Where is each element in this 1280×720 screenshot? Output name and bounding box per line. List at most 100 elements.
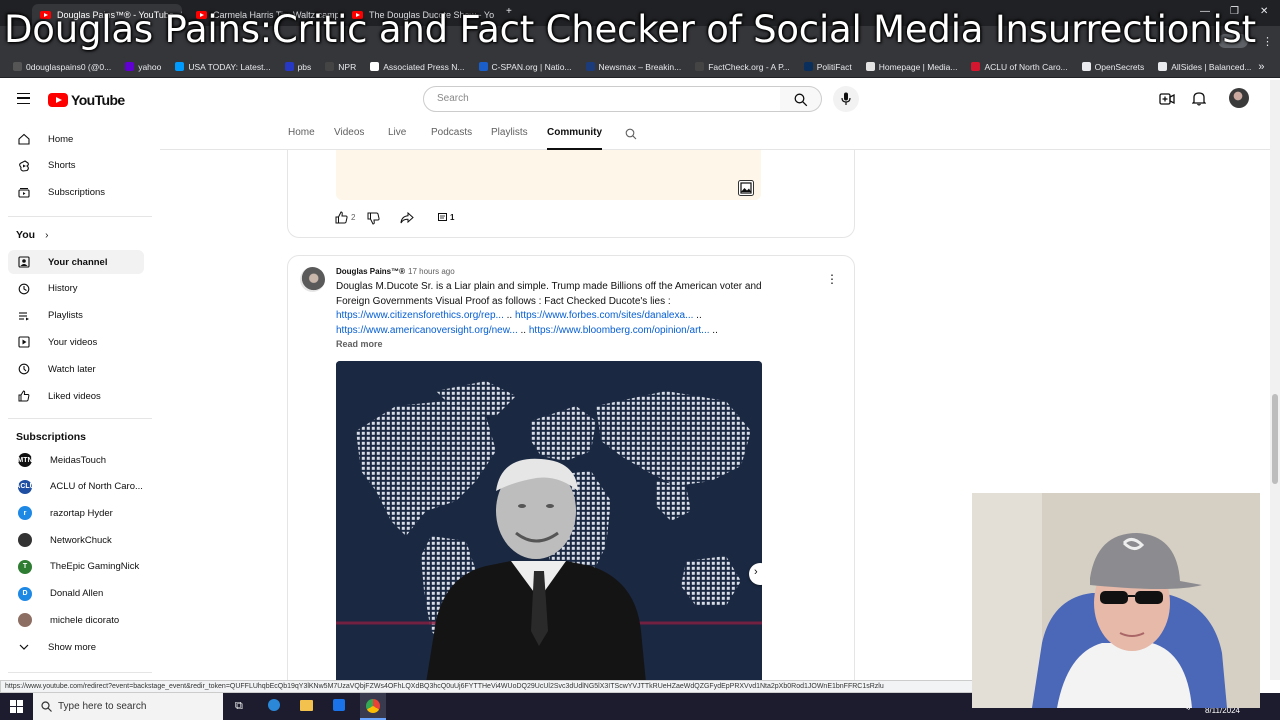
sidebar-divider <box>8 216 152 217</box>
bookmark-item[interactable]: yahoo <box>118 62 168 72</box>
sidebar-item-home[interactable]: Home <box>8 127 144 151</box>
author-avatar[interactable] <box>300 267 325 292</box>
bookmark-label: AllSides | Balanced... <box>1171 61 1252 72</box>
like-icon[interactable] <box>335 211 348 224</box>
share-icon[interactable] <box>400 212 414 224</box>
store-app-icon[interactable] <box>333 699 345 711</box>
file-explorer-icon[interactable] <box>300 700 313 711</box>
sidebar-subscriptions-heading: Subscriptions <box>16 431 87 443</box>
subscription-item[interactable]: r razortap Hyder <box>8 501 144 525</box>
create-video-icon[interactable] <box>1159 92 1175 106</box>
link-americanoversight[interactable]: https://www.americanoversight.org/new... <box>336 325 518 336</box>
subscription-label: MeidasTouch <box>50 454 106 466</box>
task-view-icon[interactable]: ⧉ <box>235 700 243 713</box>
sidebar-item-label: Watch later <box>48 363 96 375</box>
search-icon <box>794 93 808 107</box>
sidebar-item-liked-videos[interactable]: Liked videos <box>8 384 144 408</box>
post-time[interactable]: 17 hours ago <box>408 267 455 276</box>
tab-podcasts[interactable]: Podcasts <box>431 127 472 138</box>
sidebar-item-shorts[interactable]: Shorts <box>8 154 144 178</box>
sidebar-item-subscriptions[interactable]: Subscriptions <box>8 180 144 204</box>
comment-icon[interactable] <box>438 213 447 222</box>
bookmark-item[interactable]: USA TODAY: Latest... <box>168 62 277 72</box>
dislike-icon[interactable] <box>367 212 380 225</box>
bookmark-label: OpenSecrets <box>1094 61 1145 72</box>
bookmark-item[interactable]: 0douglaspains0 (@0... <box>6 62 118 72</box>
bookmark-item[interactable]: PolitiFact <box>797 62 859 72</box>
bookmark-item[interactable]: NPR <box>318 62 363 72</box>
youtube-logo[interactable]: YouTube <box>48 92 125 108</box>
subscription-label: TheEpic GamingNick <box>50 561 140 573</box>
page-scrollbar[interactable] <box>1270 80 1280 680</box>
like-count: 2 <box>351 213 356 222</box>
bookmark-favicon-icon <box>971 62 981 71</box>
community-post-card: Douglas Pains™® 17 hours ago ⋮ Douglas M… <box>287 255 855 695</box>
search-button[interactable] <box>780 86 822 112</box>
bookmark-favicon-icon <box>325 62 335 71</box>
bookmark-label: ACLU of North Caro... <box>984 61 1068 72</box>
tab-live[interactable]: Live <box>388 127 406 138</box>
link-forbes[interactable]: https://www.forbes.com/sites/danalexa... <box>515 310 693 321</box>
edge-app-icon[interactable] <box>268 699 280 711</box>
subscription-item[interactable]: MTN MeidasTouch <box>8 448 144 472</box>
subscription-item[interactable]: ACLU ACLU of North Caro... <box>8 475 144 499</box>
youtube-header: YouTube Search <box>0 78 1280 120</box>
bookmark-favicon-icon <box>478 62 488 71</box>
subscription-label: ACLU of North Caro... <box>50 481 143 493</box>
channel-avatar: T <box>18 559 32 574</box>
link-citizensforethics[interactable]: https://www.citizensforethics.org/rep... <box>336 310 504 321</box>
close-window-icon[interactable]: ✕ <box>1260 6 1268 17</box>
post-text: Douglas M.Ducote Sr. is a Liar plain and… <box>336 280 806 352</box>
search-input[interactable]: Search <box>423 86 781 112</box>
sidebar-item-history[interactable]: History <box>8 277 144 301</box>
sidebar: Home Shorts Subscriptions You › Your channel H… <box>0 120 160 680</box>
bookmark-item[interactable]: Homepage | Media... <box>859 62 965 72</box>
account-avatar[interactable] <box>1229 88 1249 108</box>
notifications-bell-icon[interactable] <box>1192 91 1206 106</box>
post-menu-icon[interactable]: ⋮ <box>826 272 838 286</box>
tab-videos[interactable]: Videos <box>334 127 364 138</box>
sidebar-item-playlists[interactable]: Playlists <box>8 304 144 328</box>
bookmark-item[interactable]: C-SPAN.org | Natio... <box>472 62 579 72</box>
scrollbar-thumb[interactable] <box>1272 394 1278 484</box>
link-bloomberg[interactable]: https://www.bloomberg.com/opinion/art... <box>529 325 710 336</box>
bookmark-item[interactable]: AllSides | Balanced... <box>1151 62 1258 72</box>
read-more-link[interactable]: Read more <box>336 337 806 352</box>
tab-playlists[interactable]: Playlists <box>491 127 528 138</box>
subscription-item[interactable]: D Donald Allen <box>8 582 144 606</box>
bookmark-item[interactable]: pbs <box>278 62 319 72</box>
menu-dots-icon[interactable]: ⋮ <box>1262 35 1273 48</box>
comment-count: 1 <box>450 213 455 222</box>
tab-community[interactable]: Community <box>547 127 602 138</box>
subscription-item[interactable]: michele dicorato <box>8 608 144 632</box>
subscription-item[interactable]: NetworkChuck <box>8 528 144 552</box>
bookmark-item[interactable]: Associated Press N... <box>363 62 471 72</box>
tab-home[interactable]: Home <box>288 127 315 138</box>
voice-search-button[interactable] <box>833 86 859 112</box>
youtube-play-icon <box>48 93 68 107</box>
post-image[interactable]: › <box>336 361 762 683</box>
sidebar-item-watch-later[interactable]: Watch later <box>8 357 144 381</box>
watch-later-icon <box>18 363 30 375</box>
chrome-taskbar-button[interactable] <box>360 693 386 720</box>
hamburger-menu-icon[interactable] <box>17 93 30 104</box>
sidebar-item-your-videos[interactable]: Your videos <box>8 330 144 354</box>
windows-start-icon[interactable] <box>10 700 23 713</box>
post-author[interactable]: Douglas Pains™® <box>336 267 405 276</box>
sidebar-you-heading[interactable]: You › <box>16 229 48 241</box>
bookmark-label: USA TODAY: Latest... <box>188 61 271 72</box>
channel-search-icon[interactable] <box>625 128 637 140</box>
show-more-button[interactable]: Show more <box>8 635 144 659</box>
previous-post-image[interactable] <box>336 150 761 200</box>
channel-avatar: ACLU <box>15 479 35 494</box>
taskbar-search-input[interactable]: Type here to search <box>33 693 223 720</box>
bookmark-item[interactable]: FactCheck.org - A P... <box>688 62 797 72</box>
bookmark-favicon-icon <box>803 62 813 71</box>
bookmark-item[interactable]: OpenSecrets <box>1075 62 1152 72</box>
bookmark-item[interactable]: Newsmax – Breakin... <box>579 62 689 72</box>
bookmark-item[interactable]: ACLU of North Caro... <box>964 62 1074 72</box>
sidebar-item-your-channel[interactable]: Your channel <box>8 250 144 274</box>
more-bookmarks-icon[interactable]: » <box>1258 61 1264 73</box>
shorts-icon <box>18 159 30 172</box>
subscription-item[interactable]: T TheEpic GamingNick <box>8 555 144 579</box>
